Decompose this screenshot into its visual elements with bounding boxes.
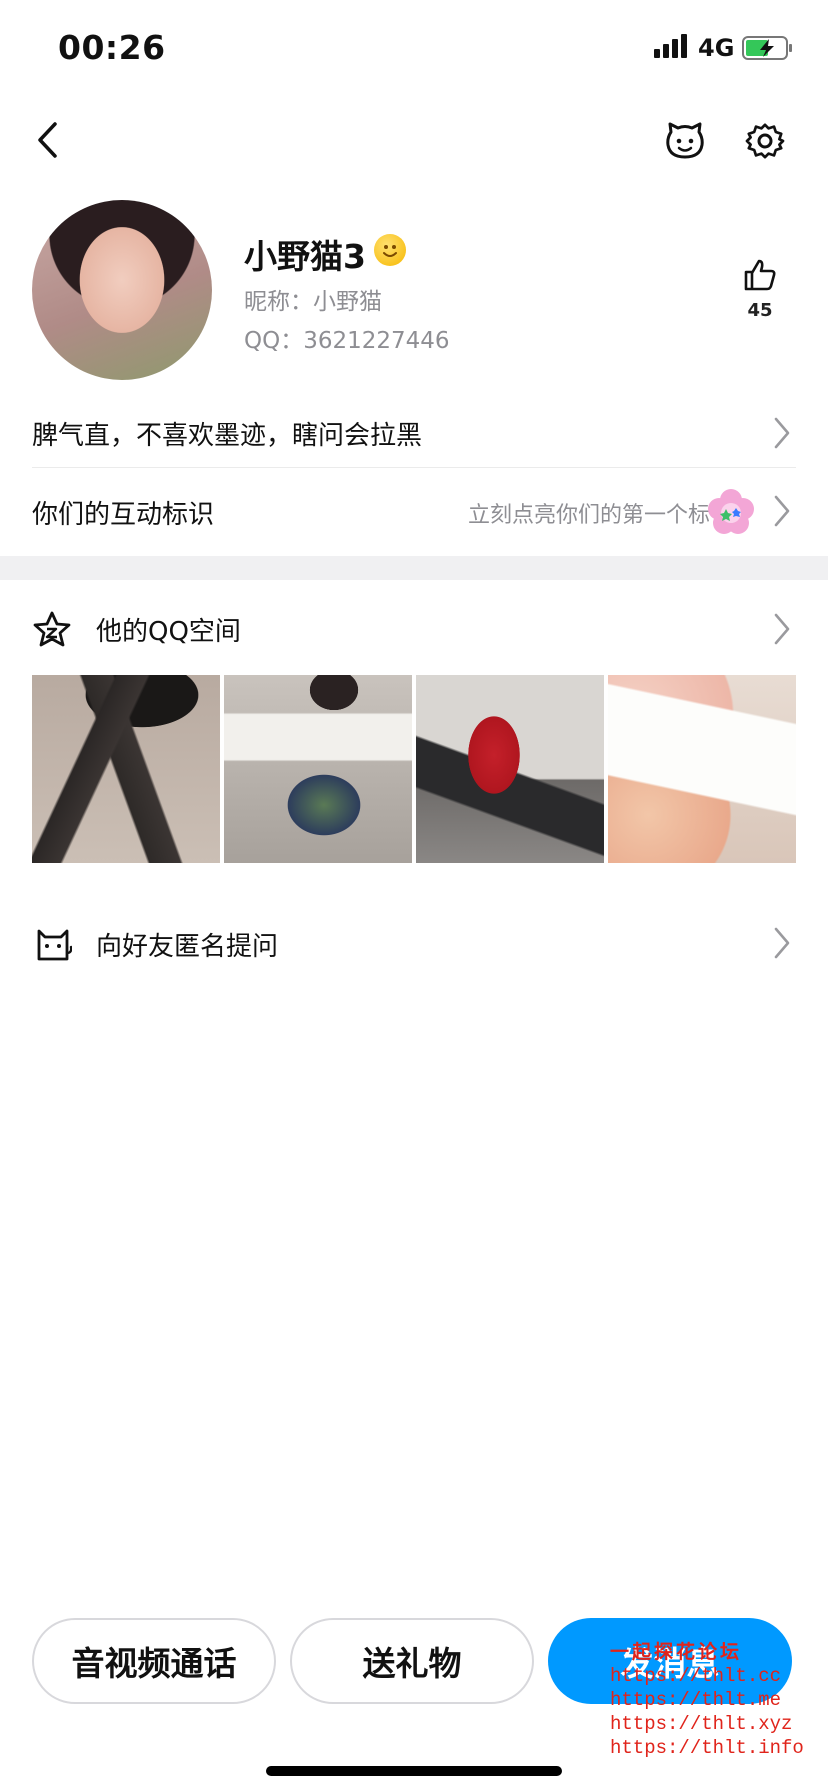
status-time: 00:26: [58, 28, 166, 67]
nickname: 昵称：小野猫: [244, 289, 382, 315]
divider: [32, 467, 796, 468]
watermark-url: https://thlt.me: [610, 1689, 782, 1711]
anonymous-question-title[interactable]: 向好友匿名提问: [96, 926, 278, 963]
qzone-photo-2[interactable]: [224, 675, 412, 863]
qzone-title[interactable]: 他的QQ空间: [96, 611, 241, 648]
qzone-photo-4[interactable]: [608, 675, 796, 863]
watermark-title: 一起探花论坛: [610, 1641, 743, 1663]
pet-face-icon: [666, 122, 704, 159]
watermark-url: https://thlt.info: [610, 1737, 804, 1759]
smiley-badge-icon[interactable]: [374, 234, 406, 266]
qq-number: QQ：3621227446: [244, 328, 450, 354]
qzone-star-icon: [33, 611, 71, 647]
video-call-button[interactable]: 音视频通话: [32, 1618, 276, 1704]
chevron-right-icon: [774, 417, 790, 449]
flower-badge-icon: [708, 489, 754, 534]
avatar[interactable]: [32, 200, 212, 380]
signal-icon: [654, 34, 687, 58]
interaction-hint: 立刻点亮你们的第一个标识: [467, 503, 732, 528]
settings-button[interactable]: [742, 118, 788, 164]
qzone-photo-3[interactable]: [416, 675, 604, 863]
back-button[interactable]: [28, 118, 68, 162]
battery-icon: [742, 36, 792, 60]
send-gift-button[interactable]: 送礼物: [290, 1618, 534, 1704]
like-count: 45: [747, 300, 773, 321]
like-button[interactable]: [738, 253, 782, 297]
chevron-right-icon: [774, 927, 790, 959]
gear-icon: [745, 123, 785, 159]
signature-row[interactable]: 脾气直，不喜欢墨迹，瞎问会拉黑: [32, 415, 422, 452]
chevron-right-icon: [774, 613, 790, 645]
home-indicator[interactable]: [266, 1766, 562, 1776]
chevron-right-icon: [774, 495, 790, 527]
thumbs-up-icon: [744, 259, 776, 291]
watermark: 一起探花论坛 https://thlt.cc https://thlt.me h…: [610, 1640, 804, 1760]
watermark-url: https://thlt.cc: [610, 1665, 782, 1687]
chevron-left-icon: [38, 122, 57, 158]
smiley-face-icon: [383, 245, 397, 257]
network-type: 4G: [698, 34, 735, 62]
section-separator: [0, 556, 828, 580]
profile-name: 小野猫3: [244, 237, 366, 276]
watermark-url: https://thlt.xyz: [610, 1713, 793, 1735]
pet-button[interactable]: [660, 116, 710, 166]
interaction-label[interactable]: 你们的互动标识: [32, 494, 214, 531]
cat-icon: [37, 929, 72, 961]
qzone-photo-1[interactable]: [32, 675, 220, 863]
